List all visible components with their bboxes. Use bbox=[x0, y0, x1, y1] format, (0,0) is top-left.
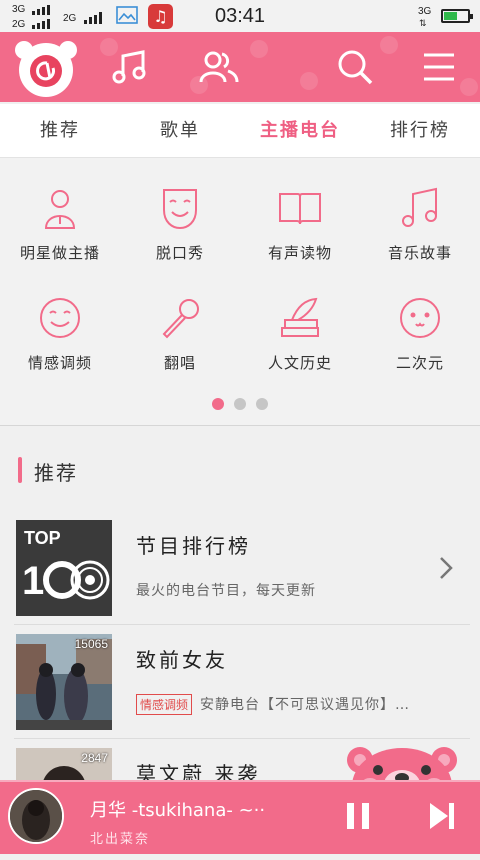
next-track-icon[interactable] bbox=[426, 800, 458, 832]
page-indicator bbox=[0, 398, 480, 410]
album-cover[interactable] bbox=[8, 788, 64, 844]
item-subtitle: 情感调频 安静电台【不可思议遇见你】… bbox=[136, 694, 410, 715]
microphone-icon bbox=[162, 299, 199, 339]
page-dot[interactable] bbox=[234, 398, 246, 410]
program-thumbnail: 15065 bbox=[16, 634, 112, 730]
category-label: 情感调频 bbox=[27, 354, 92, 372]
category-star-host[interactable]: 明星做主播 bbox=[0, 186, 120, 263]
category-label: 有声读物 bbox=[267, 244, 332, 262]
category-tag: 情感调频 bbox=[136, 694, 193, 715]
category-talk-show[interactable]: 脱口秀 bbox=[120, 186, 240, 263]
page-dot[interactable] bbox=[256, 398, 268, 410]
top-bar bbox=[0, 32, 480, 102]
category-audiobooks[interactable]: 有声读物 bbox=[240, 186, 360, 263]
tab-bar: 推荐 歌单 主播电台 排行榜 bbox=[0, 104, 480, 158]
svg-text:1: 1 bbox=[22, 559, 44, 603]
item-subtitle-text: 安静电台【不可思议遇见你】… bbox=[200, 697, 411, 713]
now-playing-title: 月华 -tsukihana- ~·· bbox=[90, 800, 266, 821]
category-label: 二次元 bbox=[395, 354, 444, 372]
battery-level bbox=[444, 12, 457, 20]
book-icon bbox=[279, 193, 321, 225]
search-icon[interactable] bbox=[334, 46, 376, 88]
item-subtitle: 最火的电台节目，每天更新 bbox=[136, 583, 316, 599]
tab-recommend[interactable]: 推荐 bbox=[0, 104, 120, 157]
tab-charts[interactable]: 排行榜 bbox=[360, 104, 480, 157]
category-label: 脱口秀 bbox=[155, 244, 204, 262]
app-logo-icon[interactable] bbox=[14, 36, 78, 98]
play-count-badge: 2847 bbox=[81, 751, 108, 765]
category-music-stories[interactable]: 音乐故事 bbox=[360, 186, 480, 263]
category-label: 音乐故事 bbox=[387, 244, 452, 262]
page-dot[interactable] bbox=[212, 398, 224, 410]
status-bar: 3G 2G 2G ♫ 03:41 3G ⇅ bbox=[0, 0, 480, 32]
category-emotional[interactable]: 情感调频 bbox=[0, 296, 120, 373]
music-note-icon bbox=[402, 187, 437, 227]
category-grid: 明星做主播 脱口秀 有声读物 音乐故事 情感调频 翻唱 人文历史 二次元 bbox=[0, 158, 480, 426]
list-item[interactable]: 15065 致前女友 情感调频 安静电台【不可思议遇见你】… bbox=[0, 634, 480, 746]
category-covers[interactable]: 翻唱 bbox=[120, 296, 240, 373]
section-title: 推荐 bbox=[18, 457, 78, 486]
anime-face-icon bbox=[400, 298, 440, 338]
menu-icon[interactable] bbox=[418, 46, 460, 88]
person-mic-icon bbox=[44, 190, 76, 229]
books-icon bbox=[281, 297, 319, 337]
play-count-badge: 15065 bbox=[74, 637, 108, 651]
tab-radio[interactable]: 主播电台 bbox=[240, 104, 360, 157]
category-anime[interactable]: 二次元 bbox=[360, 296, 480, 373]
category-humanities[interactable]: 人文历史 bbox=[240, 296, 360, 373]
item-title: 致前女友 bbox=[136, 648, 228, 672]
mini-player[interactable]: 月华 -tsukihana- ~·· 北出菜奈 bbox=[0, 780, 480, 854]
item-title: 节目排行榜 bbox=[136, 534, 251, 558]
list-item[interactable]: TOP 1 节目排行榜 最火的电台节目，每天更新 bbox=[0, 520, 480, 632]
music-note-icon[interactable] bbox=[110, 46, 152, 88]
friends-icon[interactable] bbox=[198, 46, 240, 88]
category-label: 人文历史 bbox=[267, 354, 332, 372]
thumb-top-text: TOP bbox=[24, 528, 61, 548]
tab-playlists[interactable]: 歌单 bbox=[120, 104, 240, 157]
category-label: 明星做主播 bbox=[19, 244, 100, 262]
now-playing-artist: 北出菜奈 bbox=[90, 832, 151, 847]
mask-icon bbox=[163, 189, 197, 230]
chevron-right-icon bbox=[440, 557, 453, 579]
smiley-icon bbox=[40, 298, 80, 338]
data-arrows-icon: ⇅ bbox=[419, 18, 427, 28]
top100-thumbnail: TOP 1 bbox=[16, 520, 112, 616]
category-label: 翻唱 bbox=[163, 354, 196, 372]
status-time: 03:41 bbox=[214, 5, 266, 27]
pause-icon[interactable] bbox=[342, 800, 374, 832]
battery-icon bbox=[441, 9, 473, 23]
right-network: 3G bbox=[418, 6, 432, 17]
